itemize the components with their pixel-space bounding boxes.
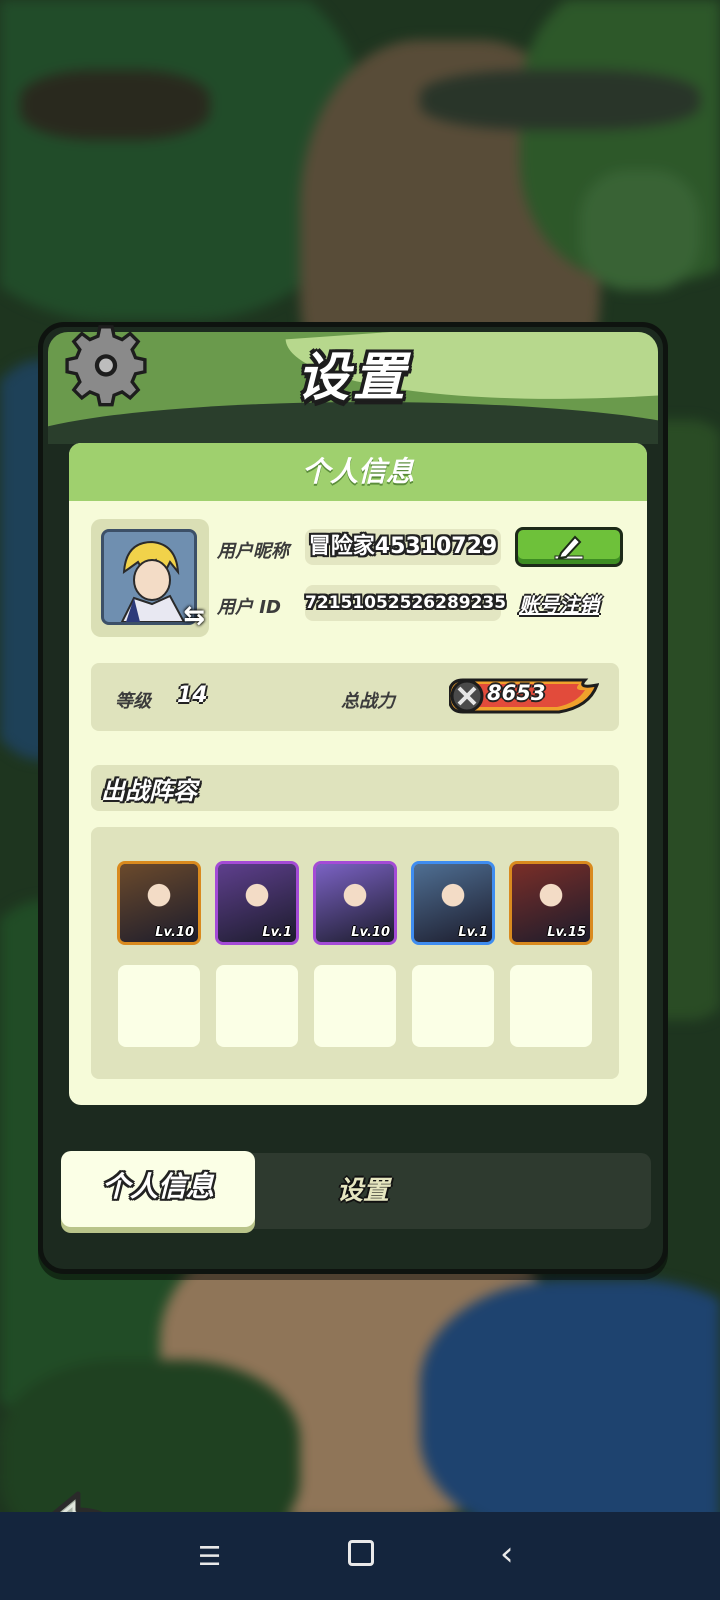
hero-level: Lv.15 — [547, 925, 586, 940]
hero-level: Lv.1 — [262, 925, 292, 940]
lineup-title: 出战阵容 — [101, 777, 197, 805]
user-id-label: 用户 ID — [217, 597, 281, 618]
avatar-portrait-icon — [104, 532, 194, 622]
hero-slot-1[interactable]: Lv.10 — [117, 861, 201, 945]
menu-icon[interactable]: ☰ — [198, 1542, 221, 1572]
nickname-value: 冒险家45310729 — [305, 529, 501, 565]
empty-hero-slot[interactable] — [216, 965, 298, 1047]
avatar-frame[interactable]: ⇆ — [91, 519, 209, 637]
stats-row: 等级 14 总战力 8653 — [91, 663, 619, 731]
nickname-label: 用户昵称 — [217, 541, 289, 562]
hero-slot-5[interactable]: Lv.15 — [509, 861, 593, 945]
hero-level: Lv.10 — [155, 925, 194, 940]
power-label: 总战力 — [341, 691, 395, 712]
level-value: 14 — [177, 683, 208, 708]
hero-slot-2[interactable]: Lv.1 — [215, 861, 299, 945]
lineup-header: 出战阵容 — [91, 765, 619, 811]
hero-level: Lv.10 — [351, 925, 390, 940]
delete-account-link[interactable]: 账号注销 — [519, 589, 599, 618]
profile-card: 个人信息 ⇆ 用户昵称 冒险家45310729 用户 ID 7215105252… — [69, 443, 647, 1105]
user-id-value: 72151052526289235 — [305, 585, 506, 621]
power-badge: 8653 — [449, 677, 599, 715]
hero-slot-4[interactable]: Lv.1 — [411, 861, 495, 945]
swap-avatar-icon[interactable]: ⇆ — [183, 601, 205, 631]
empty-hero-slot[interactable] — [118, 965, 200, 1047]
back-chevron-icon[interactable]: ‹ — [500, 1534, 514, 1574]
tab-profile-info[interactable]: 个人信息 — [61, 1151, 255, 1227]
empty-hero-slot[interactable] — [510, 965, 592, 1047]
empty-hero-slot[interactable] — [314, 965, 396, 1047]
tab-bar: 个人信息 设置 — [61, 1151, 651, 1229]
empty-hero-slot[interactable] — [412, 965, 494, 1047]
edit-nickname-button[interactable] — [515, 527, 623, 567]
system-navigation-bar: ☰ ‹ — [0, 1512, 720, 1600]
lineup-area: Lv.10 Lv.1 Lv.10 Lv.1 Lv.15 — [91, 827, 619, 1079]
profile-section-title: 个人信息 — [69, 443, 647, 501]
level-label: 等级 — [115, 691, 151, 712]
pencil-icon — [554, 535, 584, 560]
power-value: 8653 — [487, 681, 546, 705]
tab-settings[interactable]: 设置 — [303, 1165, 423, 1217]
hero-level: Lv.1 — [458, 925, 488, 940]
hero-slot-3[interactable]: Lv.10 — [313, 861, 397, 945]
home-square-icon[interactable] — [348, 1540, 374, 1566]
modal-title: 设置 — [296, 348, 409, 408]
settings-modal: 设置 个人信息 ⇆ 用户昵称 冒险家45310729 用户 ID 7215105… — [38, 322, 668, 1274]
